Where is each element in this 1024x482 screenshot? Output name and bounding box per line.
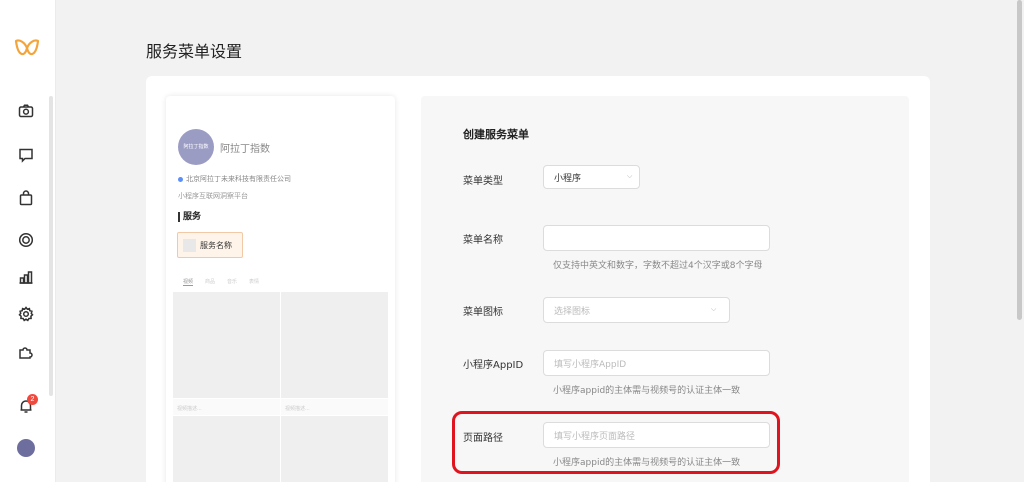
message-icon[interactable] <box>17 146 35 164</box>
camera-icon[interactable] <box>17 102 35 120</box>
preview-tab[interactable]: 商品 <box>205 278 215 286</box>
services-heading: 服务 <box>178 212 201 222</box>
menu-type-select[interactable]: 小程序 <box>543 165 640 189</box>
menu-icon-placeholder: 选择图标 <box>554 306 591 317</box>
appid-help: 小程序appid的主体需与视频号的认证主体一致 <box>553 386 741 396</box>
form-title: 创建服务菜单 <box>463 128 529 141</box>
account-company: 北京阿拉丁未来科技有限责任公司 <box>178 174 291 184</box>
menu-type-value: 小程序 <box>554 173 582 184</box>
preview-tab[interactable]: 表情 <box>249 278 259 286</box>
highlight-box <box>452 411 780 474</box>
service-label: 服务名称 <box>200 240 232 250</box>
appid-input[interactable]: 填写小程序AppID <box>543 350 770 376</box>
user-avatar[interactable] <box>17 439 35 457</box>
menu-icon-label: 菜单图标 <box>463 307 503 318</box>
sidebar-scrollbar[interactable] <box>49 96 53 396</box>
service-icon <box>183 238 196 252</box>
settings-icon[interactable] <box>17 305 35 323</box>
plugin-icon[interactable] <box>17 343 35 361</box>
video-caption: 视频描述... <box>281 399 388 415</box>
menu-type-label: 菜单类型 <box>463 176 503 187</box>
preview-tabs: 视频 商品 音乐 表情 <box>183 278 259 286</box>
appid-label: 小程序AppID <box>463 360 524 371</box>
phone-preview: 阿拉丁指数 阿拉丁指数 北京阿拉丁未来科技有限责任公司 小程序互联网洞察平台 服… <box>166 96 395 482</box>
preview-tab[interactable]: 视频 <box>183 278 194 286</box>
company-name: 北京阿拉丁未来科技有限责任公司 <box>186 175 291 183</box>
menu-name-help: 仅支持中英文和数字，字数不超过4个汉字或8个字母 <box>553 261 763 271</box>
menu-name-input[interactable] <box>543 225 770 251</box>
video-caption: 视频描述... <box>173 399 280 415</box>
account-avatar: 阿拉丁指数 <box>178 129 214 165</box>
shopping-bag-icon[interactable] <box>17 189 35 207</box>
verified-dot-icon <box>178 176 183 182</box>
account-subtitle: 小程序互联网洞察平台 <box>178 192 248 200</box>
video-grid: 视频描述... 视频描述... <box>173 292 388 482</box>
account-name: 阿拉丁指数 <box>220 144 270 155</box>
page-title: 服务菜单设置 <box>146 42 243 61</box>
menu-icon-select[interactable]: 选择图标 <box>543 297 730 323</box>
service-menu-button[interactable]: 服务名称 <box>177 232 243 258</box>
target-icon[interactable] <box>17 231 35 249</box>
sidebar: 2 <box>0 0 56 482</box>
chart-icon[interactable] <box>17 268 35 286</box>
menu-name-label: 菜单名称 <box>463 235 503 246</box>
video-thumbnail <box>281 292 388 398</box>
page-scrollbar[interactable] <box>1017 0 1022 320</box>
video-thumbnail <box>173 416 280 482</box>
preview-tab[interactable]: 音乐 <box>227 278 237 286</box>
miniapp-logo[interactable] <box>12 35 42 61</box>
video-thumbnail <box>281 416 388 482</box>
video-thumbnail <box>173 292 280 398</box>
chevron-down-icon: ⌵ <box>711 305 717 313</box>
notification-badge: 2 <box>27 394 38 405</box>
chevron-down-icon: ⌵ <box>627 172 633 180</box>
